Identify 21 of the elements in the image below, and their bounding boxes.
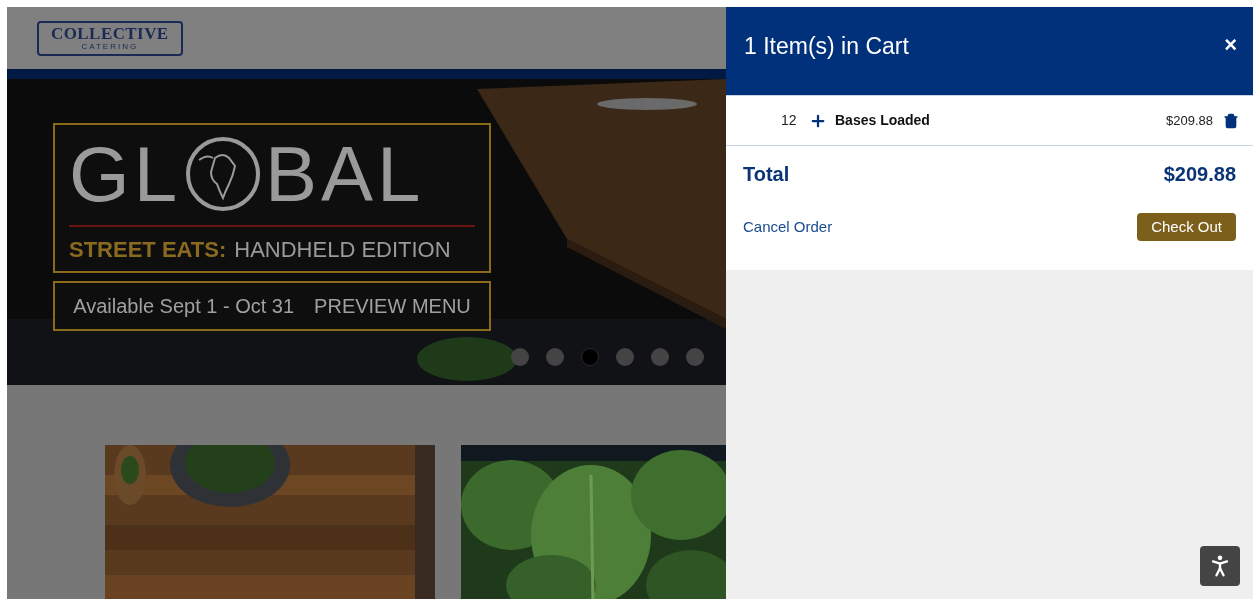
logo-subtitle: CATERING	[81, 41, 139, 52]
banner-subtitle-highlight: STREET EATS:	[69, 239, 227, 261]
preview-menu-link[interactable]: PREVIEW MENU	[314, 291, 471, 321]
accessibility-button[interactable]	[1200, 546, 1240, 586]
logo-name: COLLECTIVE	[51, 24, 169, 42]
close-button[interactable]: ×	[1224, 34, 1237, 56]
site-logo[interactable]: COLLECTIVE CATERING	[37, 20, 183, 56]
total-label: Total	[743, 162, 790, 187]
delete-icon[interactable]	[1223, 112, 1239, 129]
banner-title: BAL	[265, 135, 425, 213]
cancel-order-link[interactable]: Cancel Order	[743, 215, 833, 239]
banner-subtitle: HANDHELD EDITION	[234, 239, 451, 261]
total-value: $209.88	[1163, 162, 1236, 187]
item-quantity: 12	[781, 111, 798, 130]
banner-title: GL	[69, 135, 182, 213]
availability-dates: Available Sept 1 - Oct 31	[73, 294, 295, 319]
cart-title: 1 Item(s) in Cart	[744, 32, 909, 61]
item-name: Bases Loaded	[835, 111, 931, 130]
item-price: $209.88	[1166, 111, 1213, 130]
globe-icon	[185, 136, 262, 212]
check-out-button[interactable]: Check Out	[1137, 213, 1236, 241]
